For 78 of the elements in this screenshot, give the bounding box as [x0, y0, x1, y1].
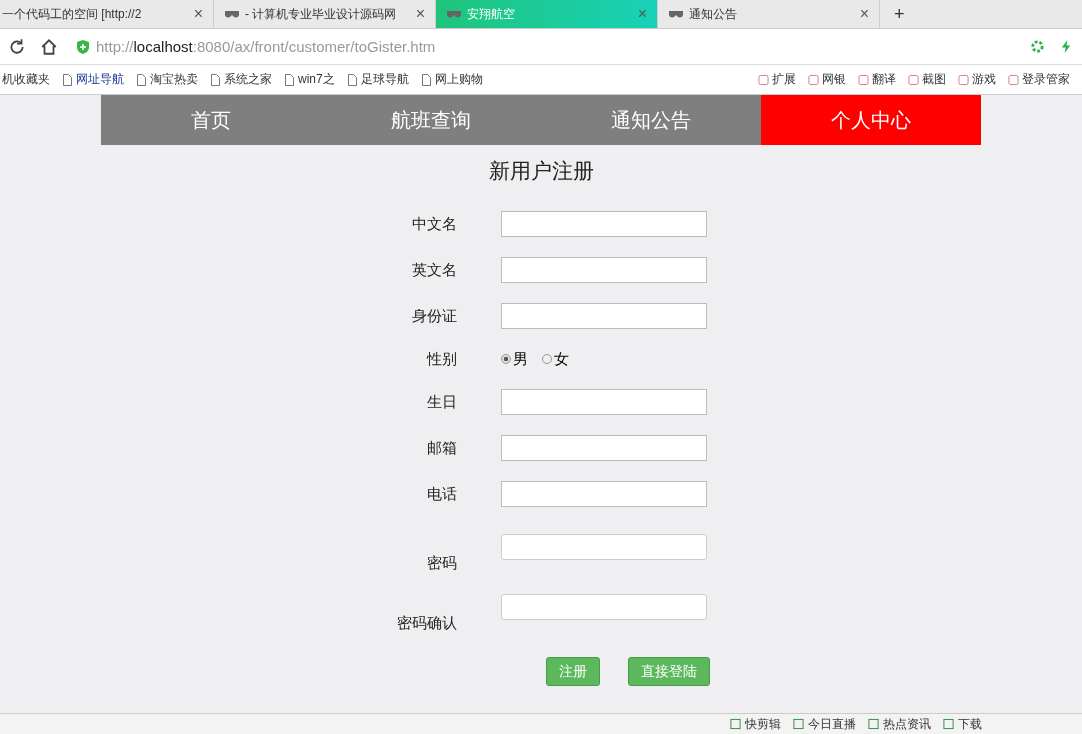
browser-tab[interactable]: 安翔航空 ×: [436, 0, 658, 28]
bookmark-link[interactable]: 足球导航: [346, 71, 409, 88]
input-field[interactable]: [501, 389, 707, 415]
bookmark-link[interactable]: 系统之家: [210, 71, 272, 88]
status-item[interactable]: 下载: [943, 715, 982, 733]
status-icon: [793, 718, 804, 730]
tool-icon: [808, 73, 819, 86]
page-icon: [62, 73, 73, 86]
toolbar-button[interactable]: 翻译: [858, 71, 896, 88]
toolbar-button[interactable]: 网银: [808, 71, 846, 88]
status-item[interactable]: 今日直播: [793, 715, 856, 733]
input-field[interactable]: [501, 534, 707, 560]
new-tab-button[interactable]: +: [880, 3, 919, 25]
toolbar-button[interactable]: 登录管家: [1008, 71, 1070, 88]
browser-tab[interactable]: 一个代码工的空间 [http://2 ×: [0, 0, 214, 28]
tool-icon: [1008, 73, 1019, 86]
bookmark-link[interactable]: win7之: [284, 71, 335, 88]
tab-title: 安翔航空: [467, 5, 516, 23]
input-field[interactable]: [501, 257, 707, 283]
close-icon[interactable]: ×: [415, 5, 425, 23]
bookmark-link[interactable]: 机收藏夹: [2, 71, 50, 88]
tool-icon: [908, 73, 919, 86]
bookmark-link[interactable]: 淘宝热卖: [136, 71, 198, 88]
tab-title: 一个代码工的空间 [http://2: [2, 5, 143, 23]
status-icon: [730, 718, 741, 730]
toolbar-button[interactable]: 游戏: [958, 71, 996, 88]
field-label: 性别: [425, 349, 458, 369]
tab-title: - 计算机专业毕业设计源码网: [245, 5, 398, 23]
radio-label: 男: [513, 349, 528, 369]
home-icon[interactable]: [40, 37, 58, 56]
input-field[interactable]: [501, 435, 707, 461]
status-icon: [943, 718, 954, 730]
tab-title: 通知公告: [689, 5, 738, 23]
page-icon: [210, 73, 221, 86]
spinner-icon[interactable]: [1030, 39, 1045, 54]
close-icon[interactable]: ×: [637, 5, 647, 23]
bookmark-link[interactable]: 网上购物: [420, 71, 483, 88]
input-field[interactable]: [501, 211, 707, 237]
status-item[interactable]: 快剪辑: [730, 715, 781, 733]
field-label: 身份证: [411, 306, 458, 326]
field-label: 电话: [426, 484, 458, 504]
toolbar-button[interactable]: 截图: [908, 71, 946, 88]
browser-tab[interactable]: 通知公告 ×: [658, 0, 880, 28]
page-icon: [346, 73, 358, 86]
field-label: 中文名: [411, 214, 458, 234]
close-icon[interactable]: ×: [859, 5, 869, 23]
url-host: localhost: [133, 38, 193, 55]
field-label: 密码: [426, 554, 458, 573]
reload-icon[interactable]: [8, 37, 26, 56]
page-title: 新用户注册: [488, 158, 594, 184]
tool-icon: [858, 73, 869, 86]
shield-icon: [76, 38, 90, 55]
page-icon: [136, 73, 147, 86]
toolbar-button[interactable]: 扩展: [758, 71, 796, 88]
radio-label: 女: [554, 349, 569, 369]
nav-item[interactable]: 个人中心: [761, 95, 981, 145]
field-label: 邮箱: [426, 438, 458, 458]
tool-icon: [758, 73, 769, 86]
close-icon[interactable]: ×: [193, 5, 203, 23]
url-path: :8080/ax/front/customer/toGister.htm: [192, 38, 436, 55]
status-icon: [868, 718, 879, 730]
page-icon: [284, 73, 295, 86]
radio-button[interactable]: [542, 354, 552, 364]
input-field[interactable]: [501, 481, 707, 507]
tool-icon: [958, 73, 969, 86]
field-label: 英文名: [411, 260, 458, 280]
page-icon: [420, 73, 432, 86]
field-label: 密码确认: [396, 614, 458, 633]
nav-item[interactable]: 通知公告: [541, 95, 761, 145]
input-field[interactable]: [501, 594, 707, 620]
nav-item[interactable]: 航班查询: [321, 95, 541, 145]
bookmark-link[interactable]: 网址导航: [62, 71, 124, 88]
field-label: 生日: [426, 392, 458, 412]
status-item[interactable]: 热点资讯: [868, 715, 931, 733]
radio-button[interactable]: [501, 354, 511, 364]
input-field[interactable]: [501, 303, 707, 329]
nav-item[interactable]: 首页: [101, 95, 321, 145]
url-scheme: http://: [96, 38, 134, 55]
